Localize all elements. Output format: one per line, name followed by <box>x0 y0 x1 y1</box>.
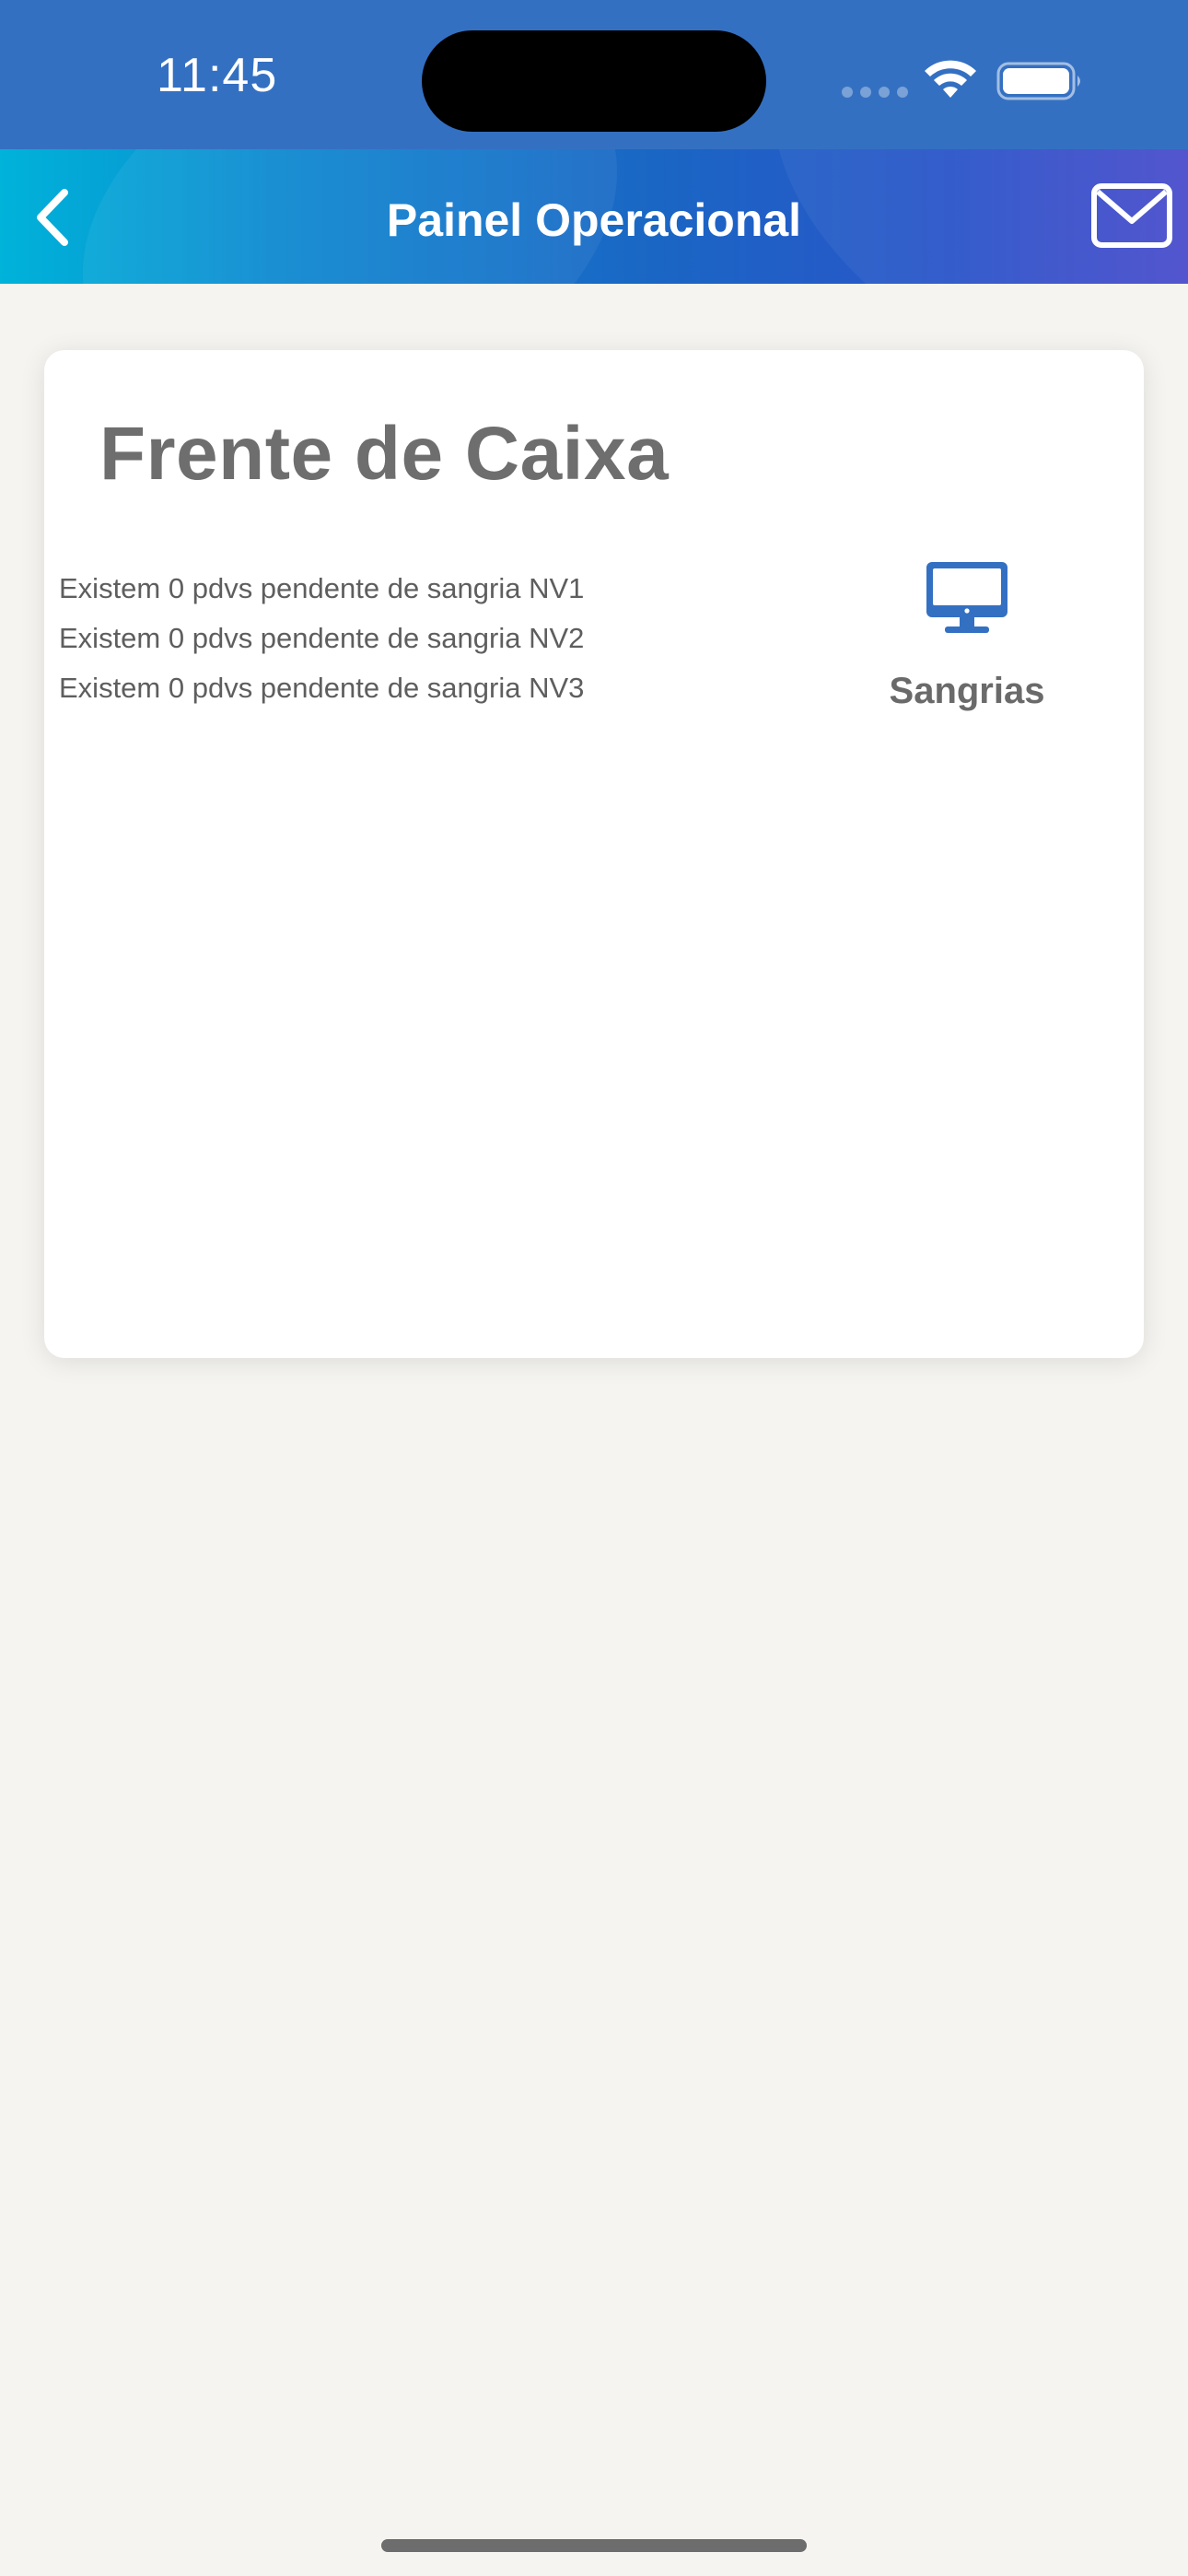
pending-sangria-list: Existem 0 pdvs pendente de sangria NV1 E… <box>59 564 584 713</box>
cellular-signal-icon <box>842 87 908 98</box>
wifi-icon <box>925 60 976 98</box>
battery-icon <box>996 62 1080 100</box>
screen: 11:45 Painel Operacional Frente de Caixa… <box>0 0 1188 2576</box>
mail-icon[interactable] <box>1090 182 1173 249</box>
page-title: Painel Operacional <box>386 194 802 246</box>
desktop-monitor-icon <box>926 562 1007 633</box>
nav-bar: Painel Operacional <box>0 149 1188 284</box>
status-time: 11:45 <box>157 49 278 102</box>
frente-de-caixa-card: Frente de Caixa Existem 0 pdvs pendente … <box>44 350 1144 1358</box>
home-indicator[interactable] <box>381 2539 807 2552</box>
card-title: Frente de Caixa <box>99 412 670 496</box>
pending-sangria-nv1: Existem 0 pdvs pendente de sangria NV1 <box>59 572 585 604</box>
status-bar: 11:45 <box>0 0 1188 149</box>
pending-sangria-nv3: Existem 0 pdvs pendente de sangria NV3 <box>59 672 585 704</box>
dynamic-island <box>422 30 766 132</box>
pending-sangria-nv2: Existem 0 pdvs pendente de sangria NV2 <box>59 622 585 654</box>
sangrias-label: Sangrias <box>889 671 1045 711</box>
sangrias-button[interactable]: Sangrias <box>856 555 1077 748</box>
